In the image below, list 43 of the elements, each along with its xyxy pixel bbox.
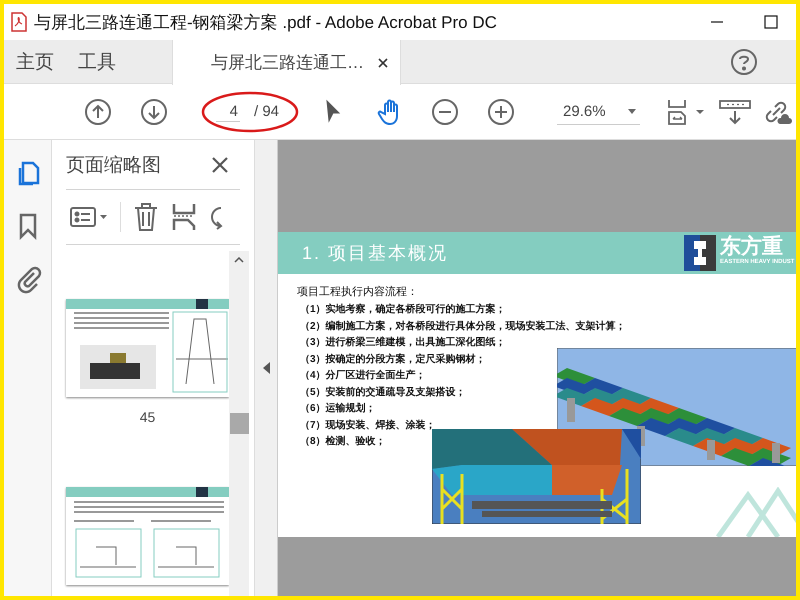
page-heading: 1. 项目基本概况 bbox=[302, 242, 448, 265]
caret-icon bbox=[628, 108, 636, 114]
close-icon[interactable] bbox=[378, 58, 388, 68]
next-page-icon[interactable] bbox=[140, 98, 168, 126]
step-text: （5）安装前的交通疏导及支架搭设； bbox=[299, 385, 467, 400]
pdf-file-icon bbox=[10, 12, 28, 32]
help-icon[interactable] bbox=[730, 48, 758, 76]
zoom-out-icon[interactable] bbox=[431, 98, 460, 126]
nav-tab[interactable]: 工具 bbox=[66, 40, 128, 83]
step-text: （6）运输规划； bbox=[299, 402, 377, 416]
logo-icon bbox=[684, 235, 716, 271]
collapse-handle[interactable] bbox=[255, 140, 278, 596]
previous-page-icon[interactable] bbox=[84, 98, 112, 126]
insert-page-icon[interactable] bbox=[171, 202, 197, 232]
page-count: / 94 bbox=[254, 103, 280, 120]
window-title: 与屏北三路连通工程-钢箱梁方案 .pdf - Adobe Acrobat Pro DC bbox=[34, 12, 497, 34]
step-text: （8）检测、验收； bbox=[299, 434, 387, 449]
step-text: （3）进行桥梁三维建模，出具施工深化图纸； bbox=[299, 335, 507, 350]
nav-tab[interactable]: 主页 bbox=[4, 40, 66, 83]
zoom-dropdown[interactable]: 29.6% bbox=[557, 98, 640, 124]
fit-page-icon[interactable] bbox=[666, 98, 704, 126]
step-text: （4）分厂区进行全面生产； bbox=[299, 368, 427, 383]
close-icon[interactable] bbox=[212, 156, 228, 172]
document-tab[interactable]: 与屏北三路连通工… bbox=[172, 40, 401, 85]
page-number: 45 bbox=[138, 409, 156, 425]
logo-name: 东方重 bbox=[720, 235, 784, 258]
intro-text: 项目工程执行内容流程： bbox=[297, 284, 419, 299]
page-thumbnail[interactable] bbox=[66, 299, 229, 397]
options-icon[interactable] bbox=[70, 205, 108, 229]
maximize-icon[interactable] bbox=[764, 15, 778, 29]
step-text: （3）按确定的分段方案，定尺采购钢材； bbox=[299, 352, 487, 366]
scrollbar-thumb[interactable] bbox=[230, 413, 248, 434]
collapse-icon bbox=[262, 362, 270, 374]
download-icon[interactable] bbox=[718, 98, 752, 126]
panel-title: 页面缩略图 bbox=[66, 154, 161, 178]
page-thumbnail[interactable] bbox=[66, 487, 229, 585]
step-text: （2）编制施工方案，对各桥段进行具体分段，现场安装工法、支架计算； bbox=[299, 319, 627, 334]
page-number-field[interactable]: 4 bbox=[216, 102, 240, 122]
step-text: （7）现场安装、焊接、涂装； bbox=[299, 418, 437, 432]
scroll-up-icon[interactable] bbox=[234, 257, 244, 263]
trash-icon[interactable] bbox=[133, 202, 159, 232]
step-text: （1）实地考察，确定各桥段可行的施工方案； bbox=[299, 302, 507, 317]
zoom-in-icon[interactable] bbox=[487, 98, 516, 126]
